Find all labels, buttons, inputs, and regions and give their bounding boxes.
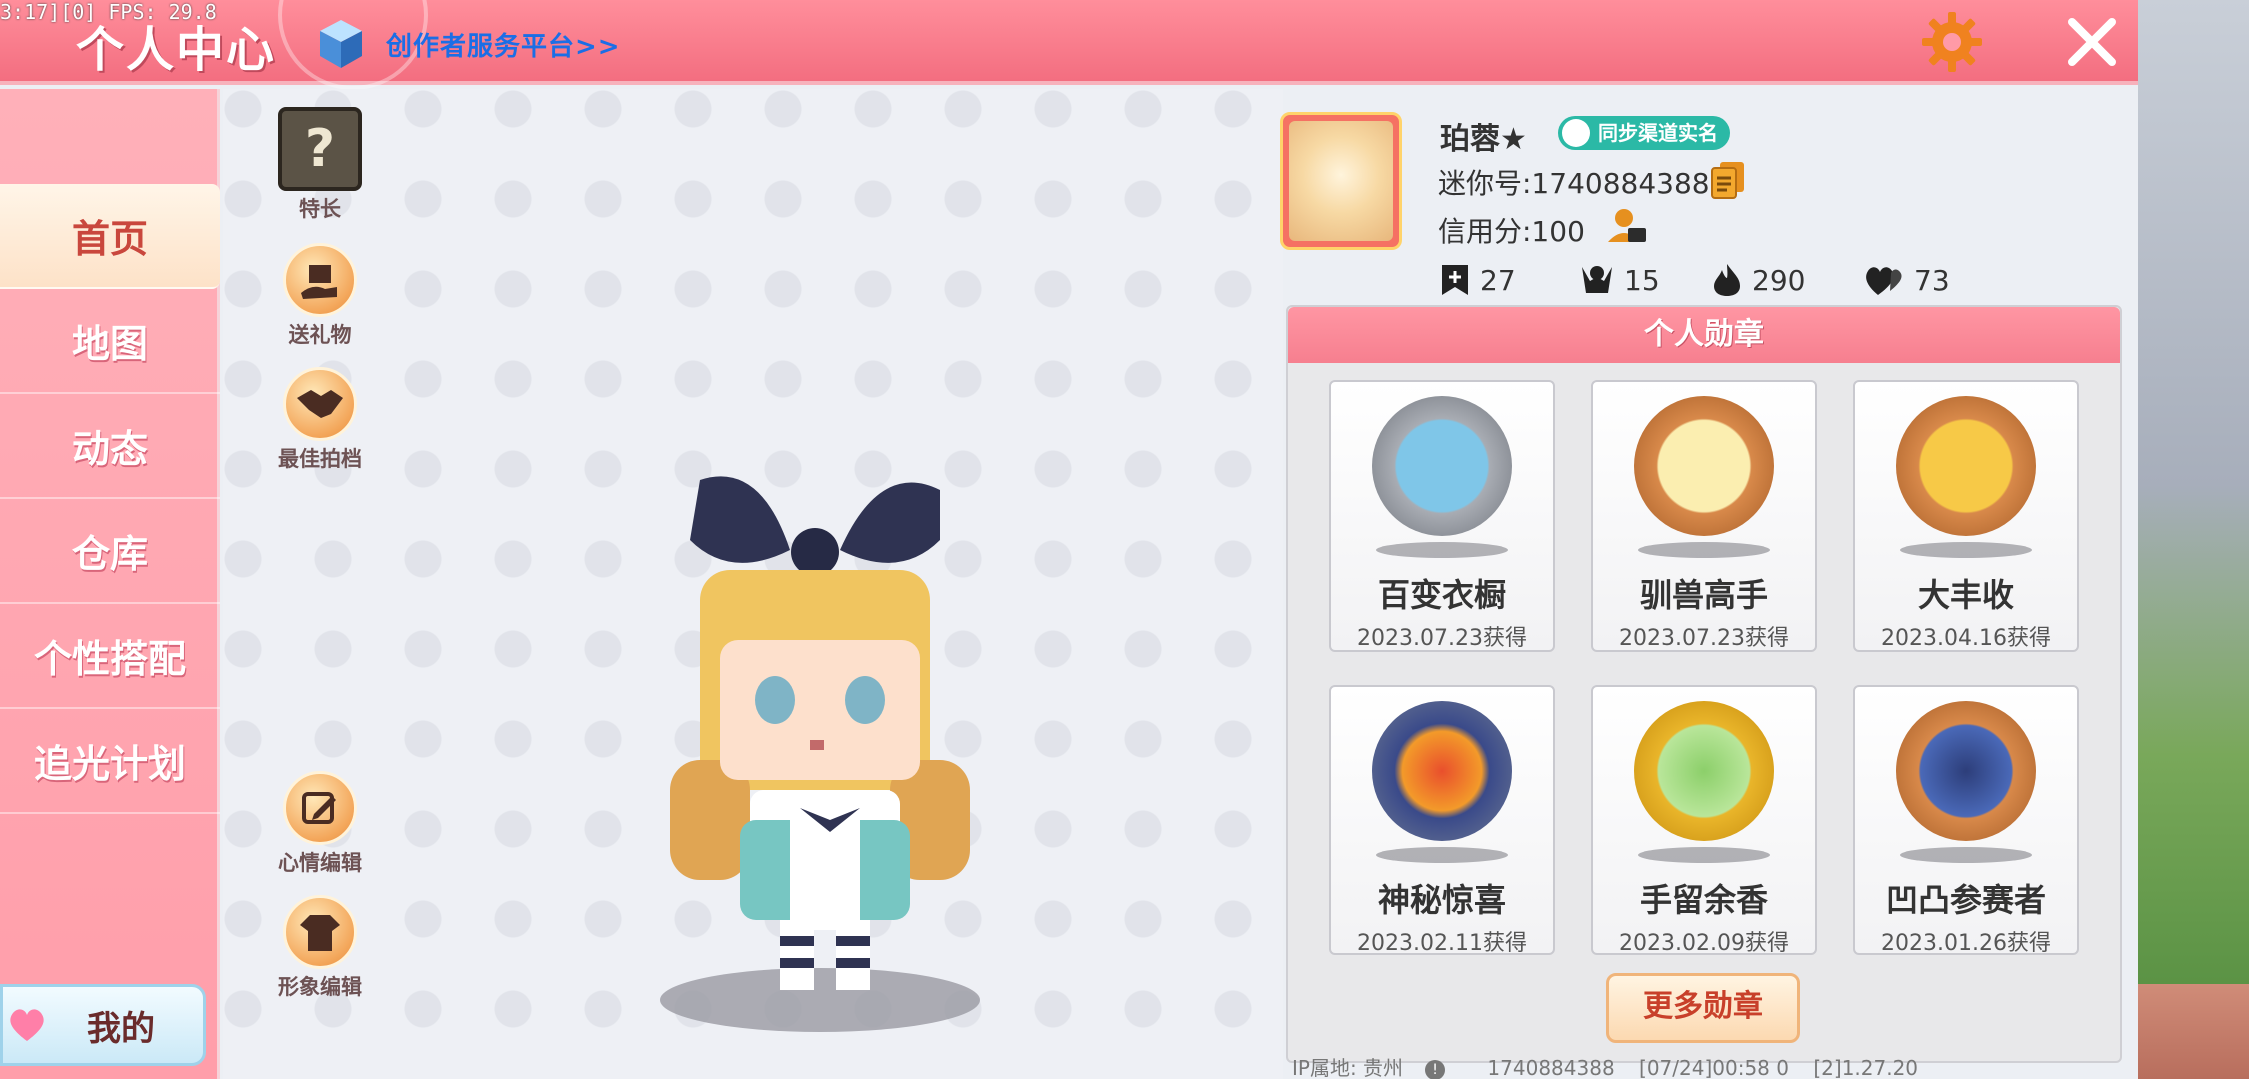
header-bar: 个人中心 创作者服务平台>>	[0, 0, 2138, 90]
game-scenery-background	[2138, 0, 2249, 1079]
fans-stat: 15	[1580, 260, 1660, 300]
ip-location: IP属地: 贵州!	[1292, 1056, 1463, 1079]
mood-edit-button[interactable]: 心情编辑	[260, 771, 380, 877]
info-icon[interactable]: !	[1425, 1059, 1446, 1079]
footer-info: IP属地: 贵州! 1740884388 [07/24]00:58 0 [2]1…	[1292, 1052, 1936, 1079]
medal-shadow	[1376, 847, 1508, 863]
image-edit-button[interactable]: 形象编辑	[260, 895, 380, 1001]
edit-pencil-icon	[283, 771, 357, 845]
sidebar-item-map[interactable]: 地图	[0, 289, 220, 394]
ip-location-text: IP属地: 贵州	[1292, 1056, 1404, 1079]
user-check-icon	[1562, 119, 1590, 147]
send-gift-label: 送礼物	[288, 323, 352, 347]
sync-badge-label: 同步渠道实名	[1598, 121, 1718, 145]
mini-id: 迷你号:1740884388	[1438, 167, 1710, 200]
send-gift-button[interactable]: 送礼物	[260, 243, 380, 349]
favor-stat: 73	[1864, 260, 1950, 300]
medal-card[interactable]: 凹凸参赛者 2023.01.26获得	[1853, 685, 2079, 955]
harvest-medal-icon	[1896, 396, 2036, 536]
footer-version: [2]1.27.20	[1813, 1056, 1919, 1079]
medal-card[interactable]: 驯兽高手 2023.07.23获得	[1591, 380, 1817, 652]
popularity-stat: 290	[1712, 260, 1805, 300]
heart-icon	[10, 1009, 44, 1041]
medal-date: 2023.07.23获得	[1619, 626, 1789, 651]
player-avatar-character[interactable]	[640, 460, 1020, 1040]
flame-icon	[1714, 264, 1740, 296]
sidebar-item-light-plan[interactable]: 追光计划	[0, 709, 220, 814]
question-block-icon: ?	[278, 107, 362, 191]
medal-shadow	[1900, 542, 2032, 558]
fans-icon	[1582, 266, 1612, 293]
sync-realname-badge[interactable]: 同步渠道实名	[1558, 116, 1730, 150]
likes-count: 27	[1480, 263, 1516, 297]
footer-id: 1740884388	[1487, 1056, 1615, 1079]
fans-count: 15	[1624, 263, 1660, 297]
medal-shadow	[1638, 847, 1770, 863]
wardrobe-medal-icon	[1372, 396, 1512, 536]
medal-card[interactable]: 手留余香 2023.02.09获得	[1591, 685, 1817, 955]
medal-card[interactable]: 百变衣橱 2023.07.23获得	[1329, 380, 1555, 652]
medal-name: 百变衣橱	[1377, 576, 1506, 614]
medal-name: 驯兽高手	[1639, 576, 1768, 614]
bookmark-plus-icon	[1442, 265, 1468, 295]
favor-count: 73	[1914, 263, 1950, 297]
sidebar-item-feed[interactable]: 动态	[0, 394, 220, 499]
medal-name: 手留余香	[1639, 881, 1768, 919]
handshake-icon	[283, 367, 357, 441]
mystery-surprise-medal-icon	[1372, 701, 1512, 841]
medal-name: 大丰收	[1917, 576, 2014, 614]
beast-tamer-medal-icon	[1634, 396, 1774, 536]
credit-user-icon[interactable]	[1606, 206, 1648, 248]
fragrance-medal-icon	[1634, 701, 1774, 841]
medal-shadow	[1638, 542, 1770, 558]
best-partner-label: 最佳拍档	[278, 447, 362, 471]
outfit-icon	[283, 895, 357, 969]
medal-card[interactable]: 神秘惊喜 2023.02.11获得	[1329, 685, 1555, 955]
medal-date: 2023.02.11获得	[1357, 931, 1527, 955]
medal-name: 凹凸参赛者	[1885, 881, 2046, 919]
medals-title: 个人勋章	[1288, 307, 2120, 363]
sidebar-item-home[interactable]: 首页	[0, 184, 220, 289]
medal-date: 2023.04.16获得	[1881, 626, 2051, 651]
copy-icon[interactable]	[1710, 160, 1746, 200]
medal-date: 2023.02.09获得	[1619, 931, 1789, 955]
medal-shadow	[1900, 847, 2032, 863]
image-edit-label: 形象编辑	[278, 975, 362, 999]
avatar-image	[1289, 121, 1393, 241]
more-medals-button[interactable]: 更多勋章	[1606, 973, 1800, 1043]
medal-date: 2023.07.23获得	[1357, 626, 1527, 651]
sidebar-item-outfit[interactable]: 个性搭配	[0, 604, 220, 709]
creator-cube-icon[interactable]	[318, 18, 364, 70]
talent-button[interactable]: ? 特长	[260, 107, 380, 223]
mine-button[interactable]: 我的	[0, 984, 206, 1066]
talent-label: 特长	[299, 197, 341, 221]
likes-stat: 27	[1440, 260, 1516, 300]
best-partner-button[interactable]: 最佳拍档	[260, 367, 380, 473]
gear-icon[interactable]	[1920, 10, 1984, 74]
medal-date: 2023.01.26获得	[1881, 931, 2051, 955]
close-icon[interactable]	[2064, 14, 2120, 70]
gift-hand-icon	[283, 243, 357, 317]
nickname: 珀蓉★	[1440, 122, 1527, 157]
medal-card[interactable]: 大丰收 2023.04.16获得	[1853, 380, 2079, 652]
mine-button-label: 我的	[87, 1008, 155, 1049]
creator-platform-link[interactable]: 创作者服务平台>>	[386, 26, 621, 63]
sidebar-item-warehouse[interactable]: 仓库	[0, 499, 220, 604]
medal-shadow	[1376, 542, 1508, 558]
credit-score: 信用分:100	[1438, 215, 1585, 248]
medals-panel: 个人勋章 百变衣橱 2023.07.23获得 驯兽高手 2023.07.23获得…	[1286, 305, 2122, 1063]
medal-name: 神秘惊喜	[1377, 881, 1506, 919]
popularity-count: 290	[1752, 263, 1806, 297]
sidebar: 首页 地图 动态 仓库 个性搭配 追光计划	[0, 89, 220, 1079]
footer-time: [07/24]00:58 0	[1639, 1056, 1789, 1079]
fps-debug-readout: 3:17][0] FPS: 29.8	[0, 0, 217, 24]
mood-edit-label: 心情编辑	[278, 851, 362, 875]
avatar[interactable]	[1280, 112, 1402, 250]
personal-center-panel: 个人中心 创作者服务平台>> 3:17][0] FPS: 29.8 首页 地图 …	[0, 0, 2138, 1079]
contestant-medal-icon	[1896, 701, 2036, 841]
hearts-icon	[1866, 267, 1902, 295]
profile-info: 珀蓉★ 同步渠道实名 迷你号:1740884388 信用分:100 27 15 …	[1280, 110, 2120, 310]
